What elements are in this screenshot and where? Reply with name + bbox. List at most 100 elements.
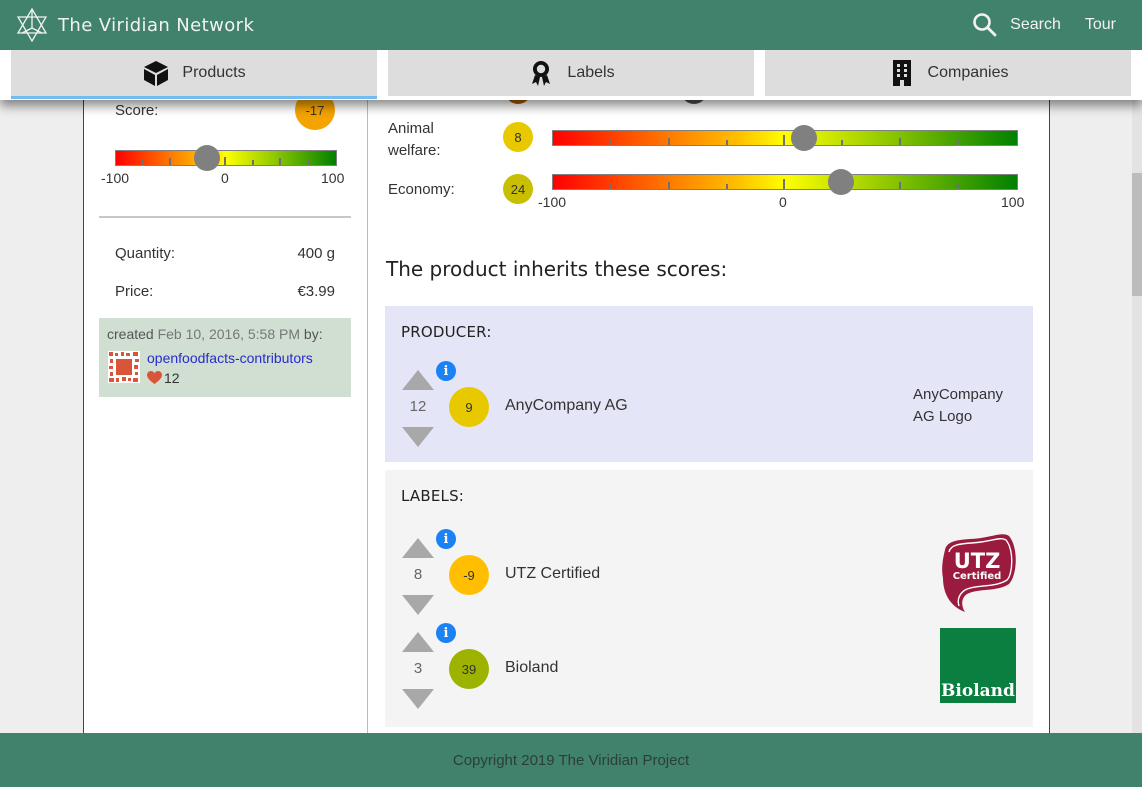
animal-welfare-label-line2: welfare: <box>388 142 441 159</box>
scale-tick <box>668 138 670 145</box>
likes[interactable]: 12 <box>147 370 180 386</box>
scale-min-label: -100 <box>538 194 567 210</box>
quantity-value: 400 g <box>297 245 335 262</box>
animal-welfare-value: 8 <box>514 129 522 145</box>
search-button[interactable]: Search <box>972 12 1061 38</box>
user-avatar[interactable] <box>108 351 140 383</box>
footer: Copyright 2019 The Viridian Project <box>0 733 1142 787</box>
star-tetrahedron-logo-icon <box>16 8 48 42</box>
scale-mid-label: 0 <box>221 170 229 186</box>
scale-tick <box>252 160 254 165</box>
label-score: 39 <box>461 661 477 677</box>
scale-tick <box>726 184 728 189</box>
economy-value: 24 <box>510 181 526 197</box>
economy-knob[interactable] <box>827 169 854 195</box>
app-title: The Viridian Network <box>58 14 255 36</box>
building-icon <box>892 60 911 86</box>
downvote-button[interactable] <box>402 689 434 709</box>
created-date: Feb 10, 2016, 5:58 PM <box>157 326 301 342</box>
price-label: Price: <box>115 283 154 300</box>
top-navbar: The Viridian Network Search Tour <box>0 0 1142 50</box>
upvote-button[interactable] <box>402 370 434 390</box>
search-icon <box>973 13 997 37</box>
scale-tick <box>783 135 785 145</box>
tab-companies[interactable]: Companies <box>765 50 1131 96</box>
scale-tick <box>899 182 901 189</box>
created-prefix: created <box>107 326 154 342</box>
producer-logo-alt: AnyCompany AG Logo <box>913 386 1004 425</box>
tab-products[interactable]: Products <box>11 50 377 99</box>
created-meta: created Feb 10, 2016, 5:58 PM by: <box>107 326 343 342</box>
label-score: -9 <box>463 567 475 583</box>
label-score-bubble: 39 <box>449 649 489 689</box>
bioland-logo-text: Bioland <box>941 681 1015 701</box>
scale-tick <box>142 160 144 165</box>
tab-products-label: Products <box>182 64 246 81</box>
tour-link[interactable]: Tour <box>1085 16 1116 34</box>
scale-tick <box>783 179 785 189</box>
score-knob[interactable] <box>194 145 221 171</box>
search-label: Search <box>1010 16 1061 33</box>
upvote-button[interactable] <box>402 538 434 558</box>
cube-icon <box>144 61 169 86</box>
label-name[interactable]: Bioland <box>505 659 558 677</box>
scale-tick <box>668 182 670 189</box>
scale-tick <box>957 184 959 189</box>
utz-logo-text: UTZ <box>954 549 1001 573</box>
bioland-logo[interactable]: Bioland <box>940 628 1016 703</box>
labels-heading: LABELS: <box>401 487 465 505</box>
quantity-label: Quantity: <box>115 245 176 262</box>
main-tabs: Products Labels Companies <box>0 50 1142 100</box>
scale-min-label: -100 <box>101 170 130 186</box>
heart-icon <box>147 371 162 384</box>
scale-tick <box>224 157 226 165</box>
scale-tick <box>307 160 309 165</box>
producer-name[interactable]: AnyCompany AG <box>505 397 628 415</box>
vote-count: 8 <box>413 566 423 583</box>
labels-panel: LABELS: i 8 -9 UTZ Certified UTZ Certifi… <box>385 470 1033 727</box>
downvote-button[interactable] <box>402 595 434 615</box>
scale-tick <box>957 140 959 145</box>
economy-bubble: 24 <box>503 174 533 204</box>
producer-panel: PRODUCER: i 12 9 AnyCompany AG AnyCompan… <box>385 306 1033 462</box>
scrollbar-thumb[interactable] <box>1132 173 1142 296</box>
brand[interactable]: The Viridian Network <box>16 8 254 42</box>
producer-entry: i 12 9 AnyCompany AG AnyCompany AG Logo <box>385 361 1033 460</box>
tab-labels-label: Labels <box>567 64 615 81</box>
created-suffix: by: <box>303 326 323 342</box>
animal-welfare-scale <box>552 125 1018 151</box>
info-icon[interactable]: i <box>436 623 456 643</box>
label-entry: i 8 -9 UTZ Certified UTZ Certified <box>385 529 1033 628</box>
page-scrollbar[interactable] <box>1132 100 1142 740</box>
scale-tick <box>899 138 901 145</box>
downvote-button[interactable] <box>402 427 434 447</box>
animal-welfare-knob[interactable] <box>790 125 817 151</box>
score-label: Score: <box>115 102 159 119</box>
animal-welfare-label: Animal welfare: <box>388 118 441 162</box>
producer-score: 9 <box>465 399 473 415</box>
scale-tick <box>841 140 843 145</box>
utz-certified-logo[interactable]: UTZ Certified <box>937 532 1017 612</box>
copyright-text: Copyright 2019 The Viridian Project <box>452 752 690 769</box>
tab-companies-label: Companies <box>927 64 1009 81</box>
producer-heading: PRODUCER: <box>401 323 492 341</box>
info-icon[interactable]: i <box>436 361 456 381</box>
inherit-heading: The product inherits these scores: <box>386 257 728 281</box>
score-details: Animal welfare: 8 Economy: 24 -100 0 100… <box>369 50 1049 740</box>
animal-welfare-bubble: 8 <box>503 122 533 152</box>
product-summary: Score: -17 -100 0 100 Quantity: 400 g Pr… <box>84 50 368 740</box>
tab-labels[interactable]: Labels <box>388 50 754 96</box>
score-value: -17 <box>305 102 325 118</box>
scale-tick <box>279 158 281 165</box>
upvote-button[interactable] <box>402 632 434 652</box>
info-icon[interactable]: i <box>436 529 456 549</box>
label-name[interactable]: UTZ Certified <box>505 565 600 583</box>
scale-tick <box>169 158 171 165</box>
created-info: created Feb 10, 2016, 5:58 PM by: openfo… <box>99 318 351 397</box>
label-entry: i 3 39 Bioland Bioland <box>385 623 1033 722</box>
scale-tick <box>610 140 612 145</box>
scale-tick <box>726 140 728 145</box>
creator-link[interactable]: openfoodfacts-contributors <box>147 350 313 366</box>
divider <box>99 216 351 218</box>
label-score-bubble: -9 <box>449 555 489 595</box>
